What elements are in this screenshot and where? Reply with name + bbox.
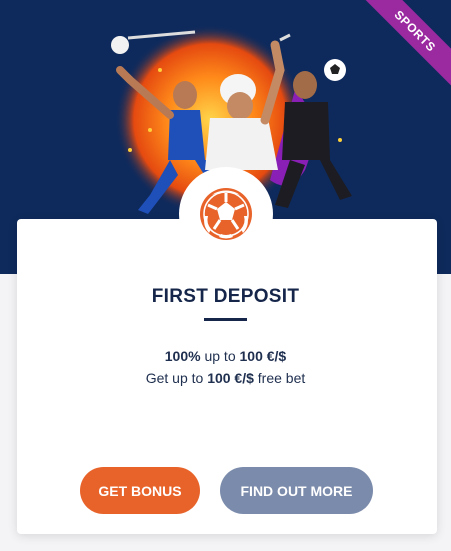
max-amount: 100 €/$ — [239, 348, 287, 364]
get-up-to-text: Get up to — [145, 370, 208, 386]
up-to-text: up to — [200, 348, 240, 364]
sports-ribbon-label: SPORTS — [361, 0, 451, 90]
free-bet-text: free bet — [253, 370, 306, 386]
promo-description-line-2: Get up to 100 €/$ free bet — [0, 370, 451, 386]
title-underline — [204, 318, 247, 321]
find-out-more-button[interactable]: FIND OUT MORE — [220, 467, 373, 514]
promo-card: SPORTS FIRST DEPOSIT 100% up to 100 €/$ … — [0, 0, 451, 551]
promo-description-line-1: 100% up to 100 €/$ — [0, 348, 451, 364]
get-bonus-button[interactable]: GET BONUS — [80, 467, 200, 514]
sports-ribbon: SPORTS — [361, 0, 451, 90]
category-icon-badge — [179, 167, 273, 261]
promo-title: FIRST DEPOSIT — [151, 286, 300, 307]
free-bet-amount: 100 €/$ — [207, 370, 254, 386]
percent-value: 100% — [164, 348, 201, 364]
soccer-ball-icon — [200, 188, 252, 240]
